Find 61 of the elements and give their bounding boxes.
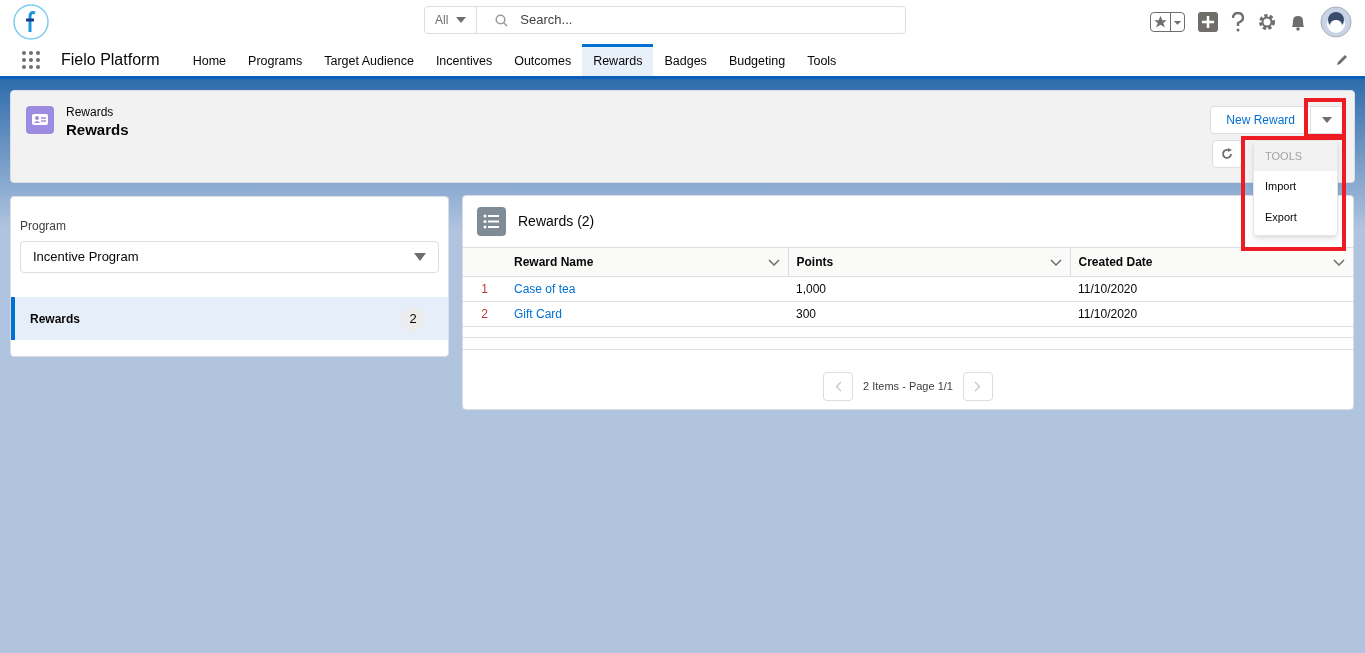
table-cell: 11/10/2020 <box>1078 307 1138 321</box>
app-launcher-icon[interactable] <box>21 50 41 70</box>
nav-tab[interactable]: Badges <box>653 44 718 76</box>
notifications-icon[interactable] <box>1289 13 1307 31</box>
contact-card-icon <box>26 106 54 134</box>
logo-icon <box>13 4 49 40</box>
sidebar-item-label: Rewards <box>30 310 81 328</box>
nav-tab[interactable]: Tools <box>796 44 848 76</box>
avatar-icon[interactable] <box>1320 6 1352 38</box>
object-label: Rewards <box>66 104 115 121</box>
favorites-button[interactable] <box>1150 12 1185 32</box>
search-icon <box>495 13 509 27</box>
menu-item[interactable]: Import <box>1254 171 1337 202</box>
reward-link[interactable]: Case of tea <box>514 282 576 296</box>
chevron-left-icon <box>834 381 842 392</box>
app-name: Fielo Platform <box>61 50 160 70</box>
table-cell: 1,000 <box>796 282 827 296</box>
reward-link[interactable]: Gift Card <box>514 307 562 321</box>
settings-icon[interactable] <box>1258 13 1276 31</box>
search-field[interactable]: Search... <box>520 10 887 30</box>
refresh-icon <box>1221 148 1233 160</box>
menu-item[interactable]: Export <box>1254 202 1337 233</box>
menu-heading: TOOLS <box>1254 141 1337 171</box>
search-bar[interactable]: All Search... <box>424 6 906 34</box>
edit-icon[interactable] <box>1336 53 1349 66</box>
field-label: Program <box>19 218 67 235</box>
pagination-text: 2 Items - Page 1/1 <box>863 379 953 395</box>
list-title: Rewards (2) <box>518 212 595 231</box>
program-select[interactable]: Incentive Program <box>20 241 439 273</box>
row-number: 2 <box>481 307 488 321</box>
more-actions-button[interactable] <box>1311 106 1343 134</box>
help-icon[interactable] <box>1231 12 1245 32</box>
chevron-right-icon <box>974 381 982 392</box>
nav-tab[interactable]: Home <box>181 44 238 76</box>
nav-tab[interactable]: Budgeting <box>717 44 797 76</box>
chevron-down-icon <box>767 258 780 266</box>
count-badge: 2 <box>401 306 425 331</box>
page-title: Rewards <box>66 121 129 138</box>
nav-tab[interactable]: Incentives <box>424 44 504 76</box>
column-header[interactable]: Created Date <box>1070 247 1353 277</box>
caret-icon <box>456 17 467 23</box>
chevron-down-icon <box>1333 258 1345 266</box>
caret-icon <box>1321 117 1332 123</box>
caret-icon <box>1170 13 1184 31</box>
column-header[interactable]: Reward Name <box>506 247 788 277</box>
refresh-button[interactable] <box>1212 140 1242 168</box>
search-scope-dropdown[interactable]: All <box>425 7 478 33</box>
nav-tab[interactable]: Rewards <box>582 44 654 76</box>
nav-tab[interactable]: Target Audience <box>313 44 425 76</box>
nav-tab[interactable]: Programs <box>237 44 314 76</box>
chevron-down-icon <box>1049 258 1062 266</box>
add-icon[interactable] <box>1198 12 1218 32</box>
table-cell: 300 <box>796 307 817 321</box>
row-number: 1 <box>481 282 488 296</box>
caret-icon <box>414 253 426 261</box>
sidebar-item[interactable]: Rewards 2 <box>11 297 448 340</box>
new-reward-button[interactable]: New Reward <box>1210 106 1311 134</box>
table-cell: 11/10/2020 <box>1078 282 1138 296</box>
nav-tab[interactable]: Outcomes <box>503 44 583 76</box>
column-header[interactable]: Points <box>788 247 1070 277</box>
list-icon <box>477 207 506 236</box>
